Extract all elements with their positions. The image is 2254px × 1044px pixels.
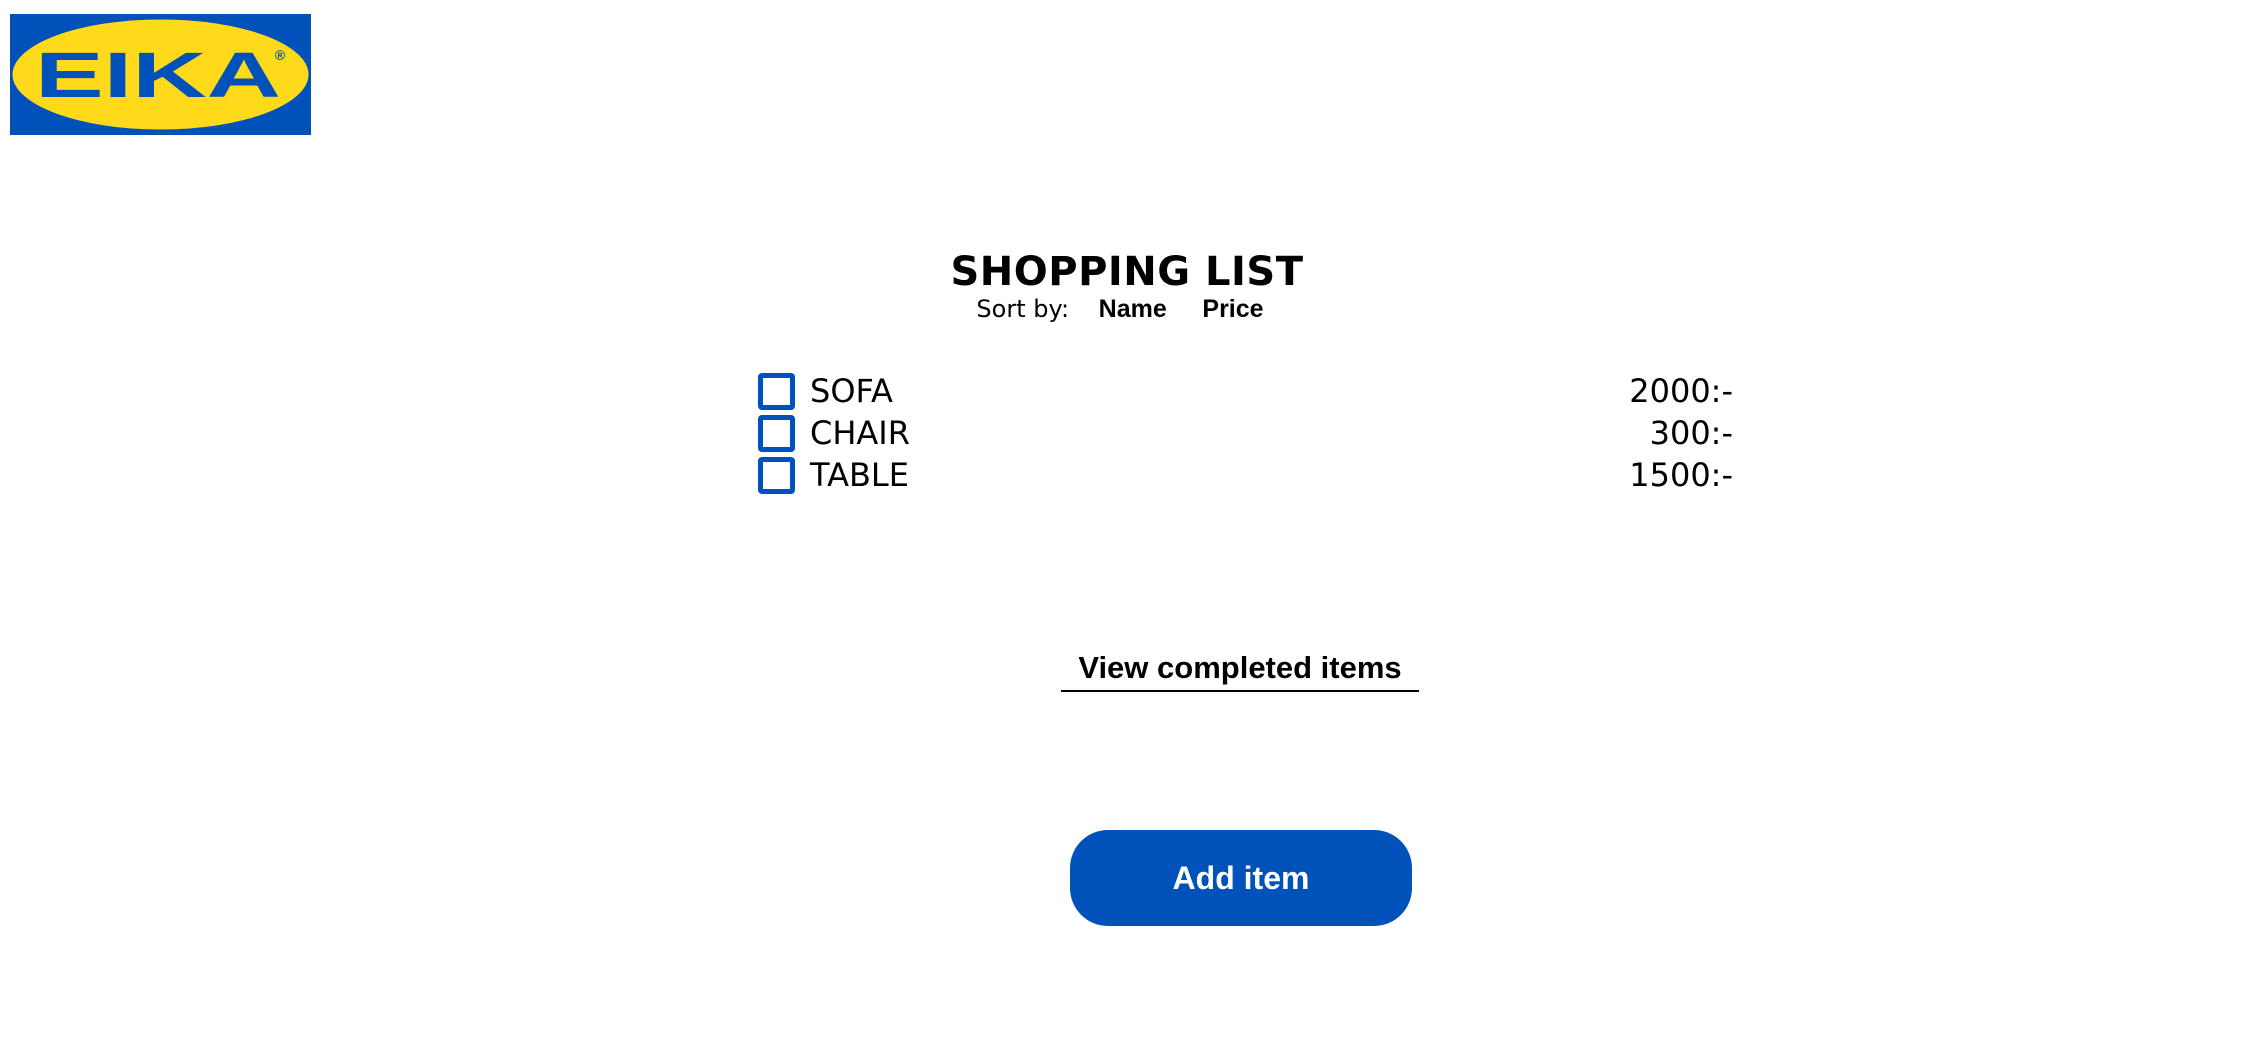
logo-wordmark: EIKA: [35, 39, 281, 111]
item-name: SOFA: [810, 372, 893, 410]
page: EIKA ® SHOPPING LIST Sort by: Name Price…: [0, 0, 2254, 1044]
list-item: SOFA 2000:-: [758, 370, 1733, 412]
sort-by-name-button[interactable]: Name: [1099, 295, 1167, 323]
item-checkbox[interactable]: [758, 414, 795, 452]
logo-registered-mark: ®: [275, 47, 286, 63]
shopping-list: SOFA 2000:- CHAIR 300:- TABLE 1500:-: [758, 370, 1733, 496]
list-item: TABLE 1500:-: [758, 454, 1733, 496]
logo-graphic: EIKA ®: [10, 14, 311, 135]
item-checkbox[interactable]: [758, 372, 795, 410]
view-completed-items-link[interactable]: View completed items: [1061, 646, 1419, 692]
sort-label: Sort by:: [976, 295, 1070, 323]
sort-by-price-button[interactable]: Price: [1202, 295, 1263, 323]
list-item: CHAIR 300:-: [758, 412, 1733, 454]
item-price: 1500:-: [1629, 456, 1733, 494]
item-checkbox[interactable]: [758, 456, 795, 494]
add-item-button[interactable]: Add item: [1070, 830, 1412, 926]
page-title: SHOPPING LIST: [950, 249, 1304, 295]
sort-bar: Sort by: Name Price: [0, 294, 2254, 324]
item-name: CHAIR: [810, 414, 910, 452]
eika-logo[interactable]: EIKA ®: [10, 14, 311, 135]
item-name: TABLE: [810, 456, 909, 494]
item-price: 300:-: [1649, 414, 1733, 452]
item-price: 2000:-: [1629, 372, 1733, 410]
